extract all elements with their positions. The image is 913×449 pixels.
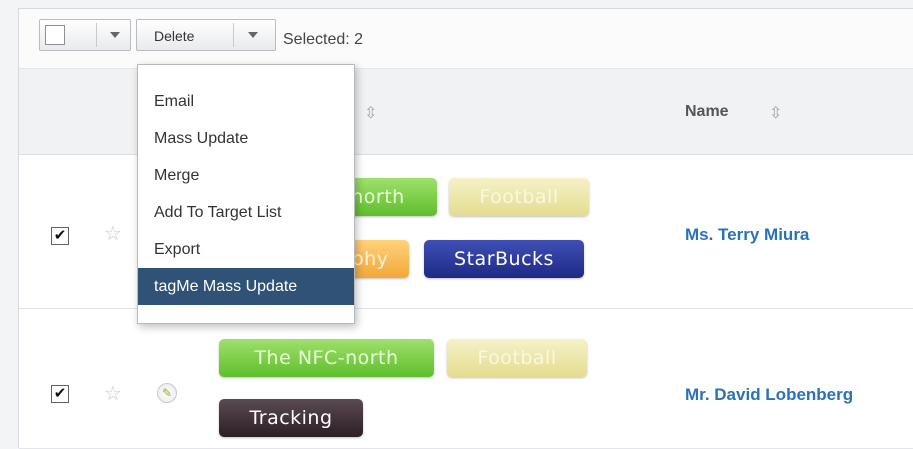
menu-item-mass-update[interactable]: Mass Update: [138, 120, 354, 157]
delete-actions-button[interactable]: Delete: [136, 19, 276, 51]
menu-item-export[interactable]: Export: [138, 231, 354, 268]
list-view-panel: Delete Selected: 2 ⇳ Name ⇳ ✔ ☆ north Fo…: [18, 8, 913, 449]
sort-icon[interactable]: ⇳: [364, 103, 377, 123]
tag-badge[interactable]: The NFC-north: [219, 339, 434, 377]
button-divider: [233, 23, 234, 47]
select-all-button[interactable]: [39, 19, 131, 51]
tag-badge[interactable]: Tracking: [219, 399, 363, 437]
star-icon[interactable]: ☆: [104, 221, 122, 246]
column-header-name[interactable]: Name: [685, 103, 729, 121]
delete-actions-dropdown: Email Mass Update Merge Add To Target Li…: [137, 64, 355, 324]
chevron-down-icon[interactable]: [110, 32, 120, 38]
table-row[interactable]: ✔ ☆ ✎ The NFC-north Football Tracking Mr…: [19, 309, 913, 449]
row-checkbox[interactable]: ✔: [51, 227, 69, 245]
sort-icon[interactable]: ⇳: [769, 103, 782, 123]
row-checkbox[interactable]: ✔: [51, 385, 69, 403]
tag-badge[interactable]: StarBucks: [424, 240, 584, 278]
button-divider: [96, 23, 97, 47]
menu-item-tagme-mass-update[interactable]: tagMe Mass Update: [138, 268, 354, 305]
star-icon[interactable]: ☆: [104, 381, 122, 406]
menu-item-merge[interactable]: Merge: [138, 157, 354, 194]
list-toolbar: Delete Selected: 2: [19, 9, 913, 69]
menu-item-add-to-target-list[interactable]: Add To Target List: [138, 194, 354, 231]
delete-button[interactable]: Delete: [154, 28, 194, 44]
select-all-checkbox[interactable]: [45, 25, 65, 45]
menu-item-email[interactable]: Email: [138, 83, 354, 120]
chevron-down-icon[interactable]: [248, 32, 258, 38]
pencil-icon[interactable]: ✎: [157, 383, 177, 403]
tag-badge[interactable]: Football: [447, 339, 587, 377]
contact-name-link[interactable]: Ms. Terry Miura: [685, 225, 809, 245]
tag-badge[interactable]: Football: [449, 178, 589, 216]
selected-count: Selected: 2: [283, 31, 364, 48]
contact-name-link[interactable]: Mr. David Lobenberg: [685, 385, 853, 405]
